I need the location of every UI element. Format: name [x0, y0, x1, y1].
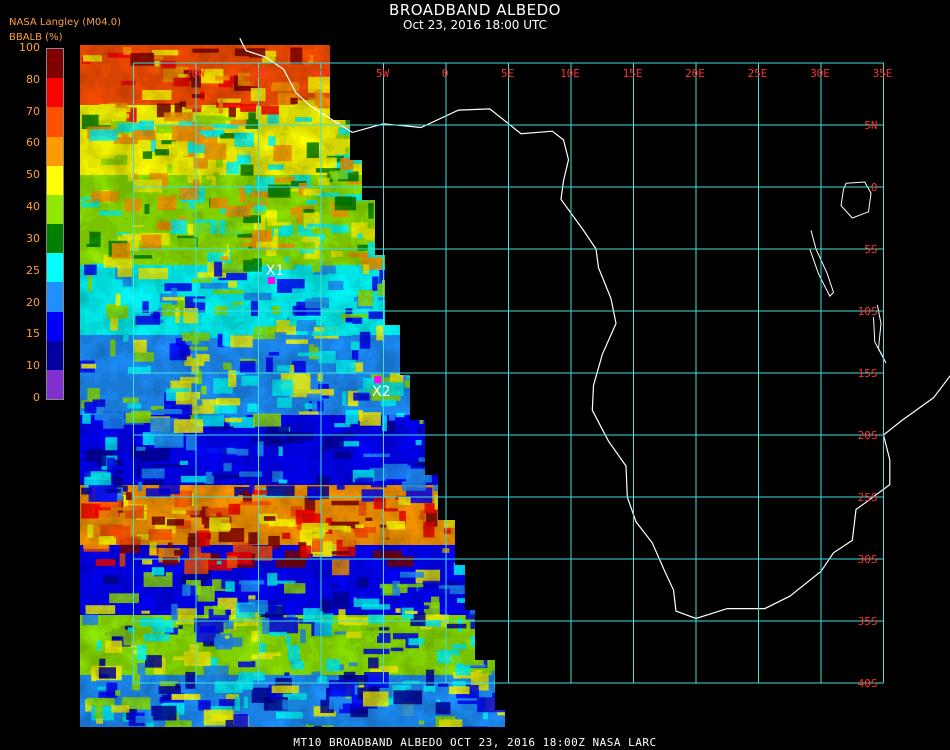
latitude-label: 0	[871, 181, 878, 194]
site-marker-label: X2	[372, 384, 391, 400]
latitude-label: 5S	[864, 243, 877, 256]
longitude-label: 15E	[623, 67, 643, 80]
longitude-label: 25E	[748, 67, 768, 80]
longitude-label: 0	[442, 67, 449, 80]
latitude-label: 5N	[864, 119, 877, 132]
latitude-label: 10S	[858, 305, 878, 318]
longitude-label: 10E	[560, 67, 580, 80]
latitude-label: 25S	[858, 491, 878, 504]
longitude-label: 10W	[310, 67, 330, 80]
longitude-label: 30E	[810, 67, 830, 80]
satellite-swath	[80, 45, 505, 727]
latitude-label: 15S	[858, 367, 878, 380]
albedo-map: 20W 15W 10W 5W 0 5E 10E 15E 20E 25E 30E 35E 5N 0 5S 10…	[80, 37, 950, 727]
site-marker	[374, 376, 382, 384]
longitude-label: 5W	[376, 67, 390, 80]
latitude-label: 40S	[858, 677, 878, 690]
site-marker-label: X1	[266, 263, 285, 279]
footer-caption: MT10 BROADBAND ALBEDO OCT 23, 2016 18:00…	[293, 736, 657, 749]
latitude-label: 30S	[858, 553, 878, 566]
longitude-label: 15W	[248, 67, 268, 80]
longitude-label: 20E	[685, 67, 705, 80]
latitude-label: 35S	[858, 615, 878, 628]
latitude-label: 20S	[858, 429, 878, 442]
longitude-label: 20W	[185, 67, 205, 80]
longitude-label: 35E	[873, 67, 893, 80]
latitude-labels: 5N 0 5S 10S 15S 20S 25S 30S 35S 40S	[858, 119, 878, 690]
longitude-label: 5E	[501, 67, 514, 80]
